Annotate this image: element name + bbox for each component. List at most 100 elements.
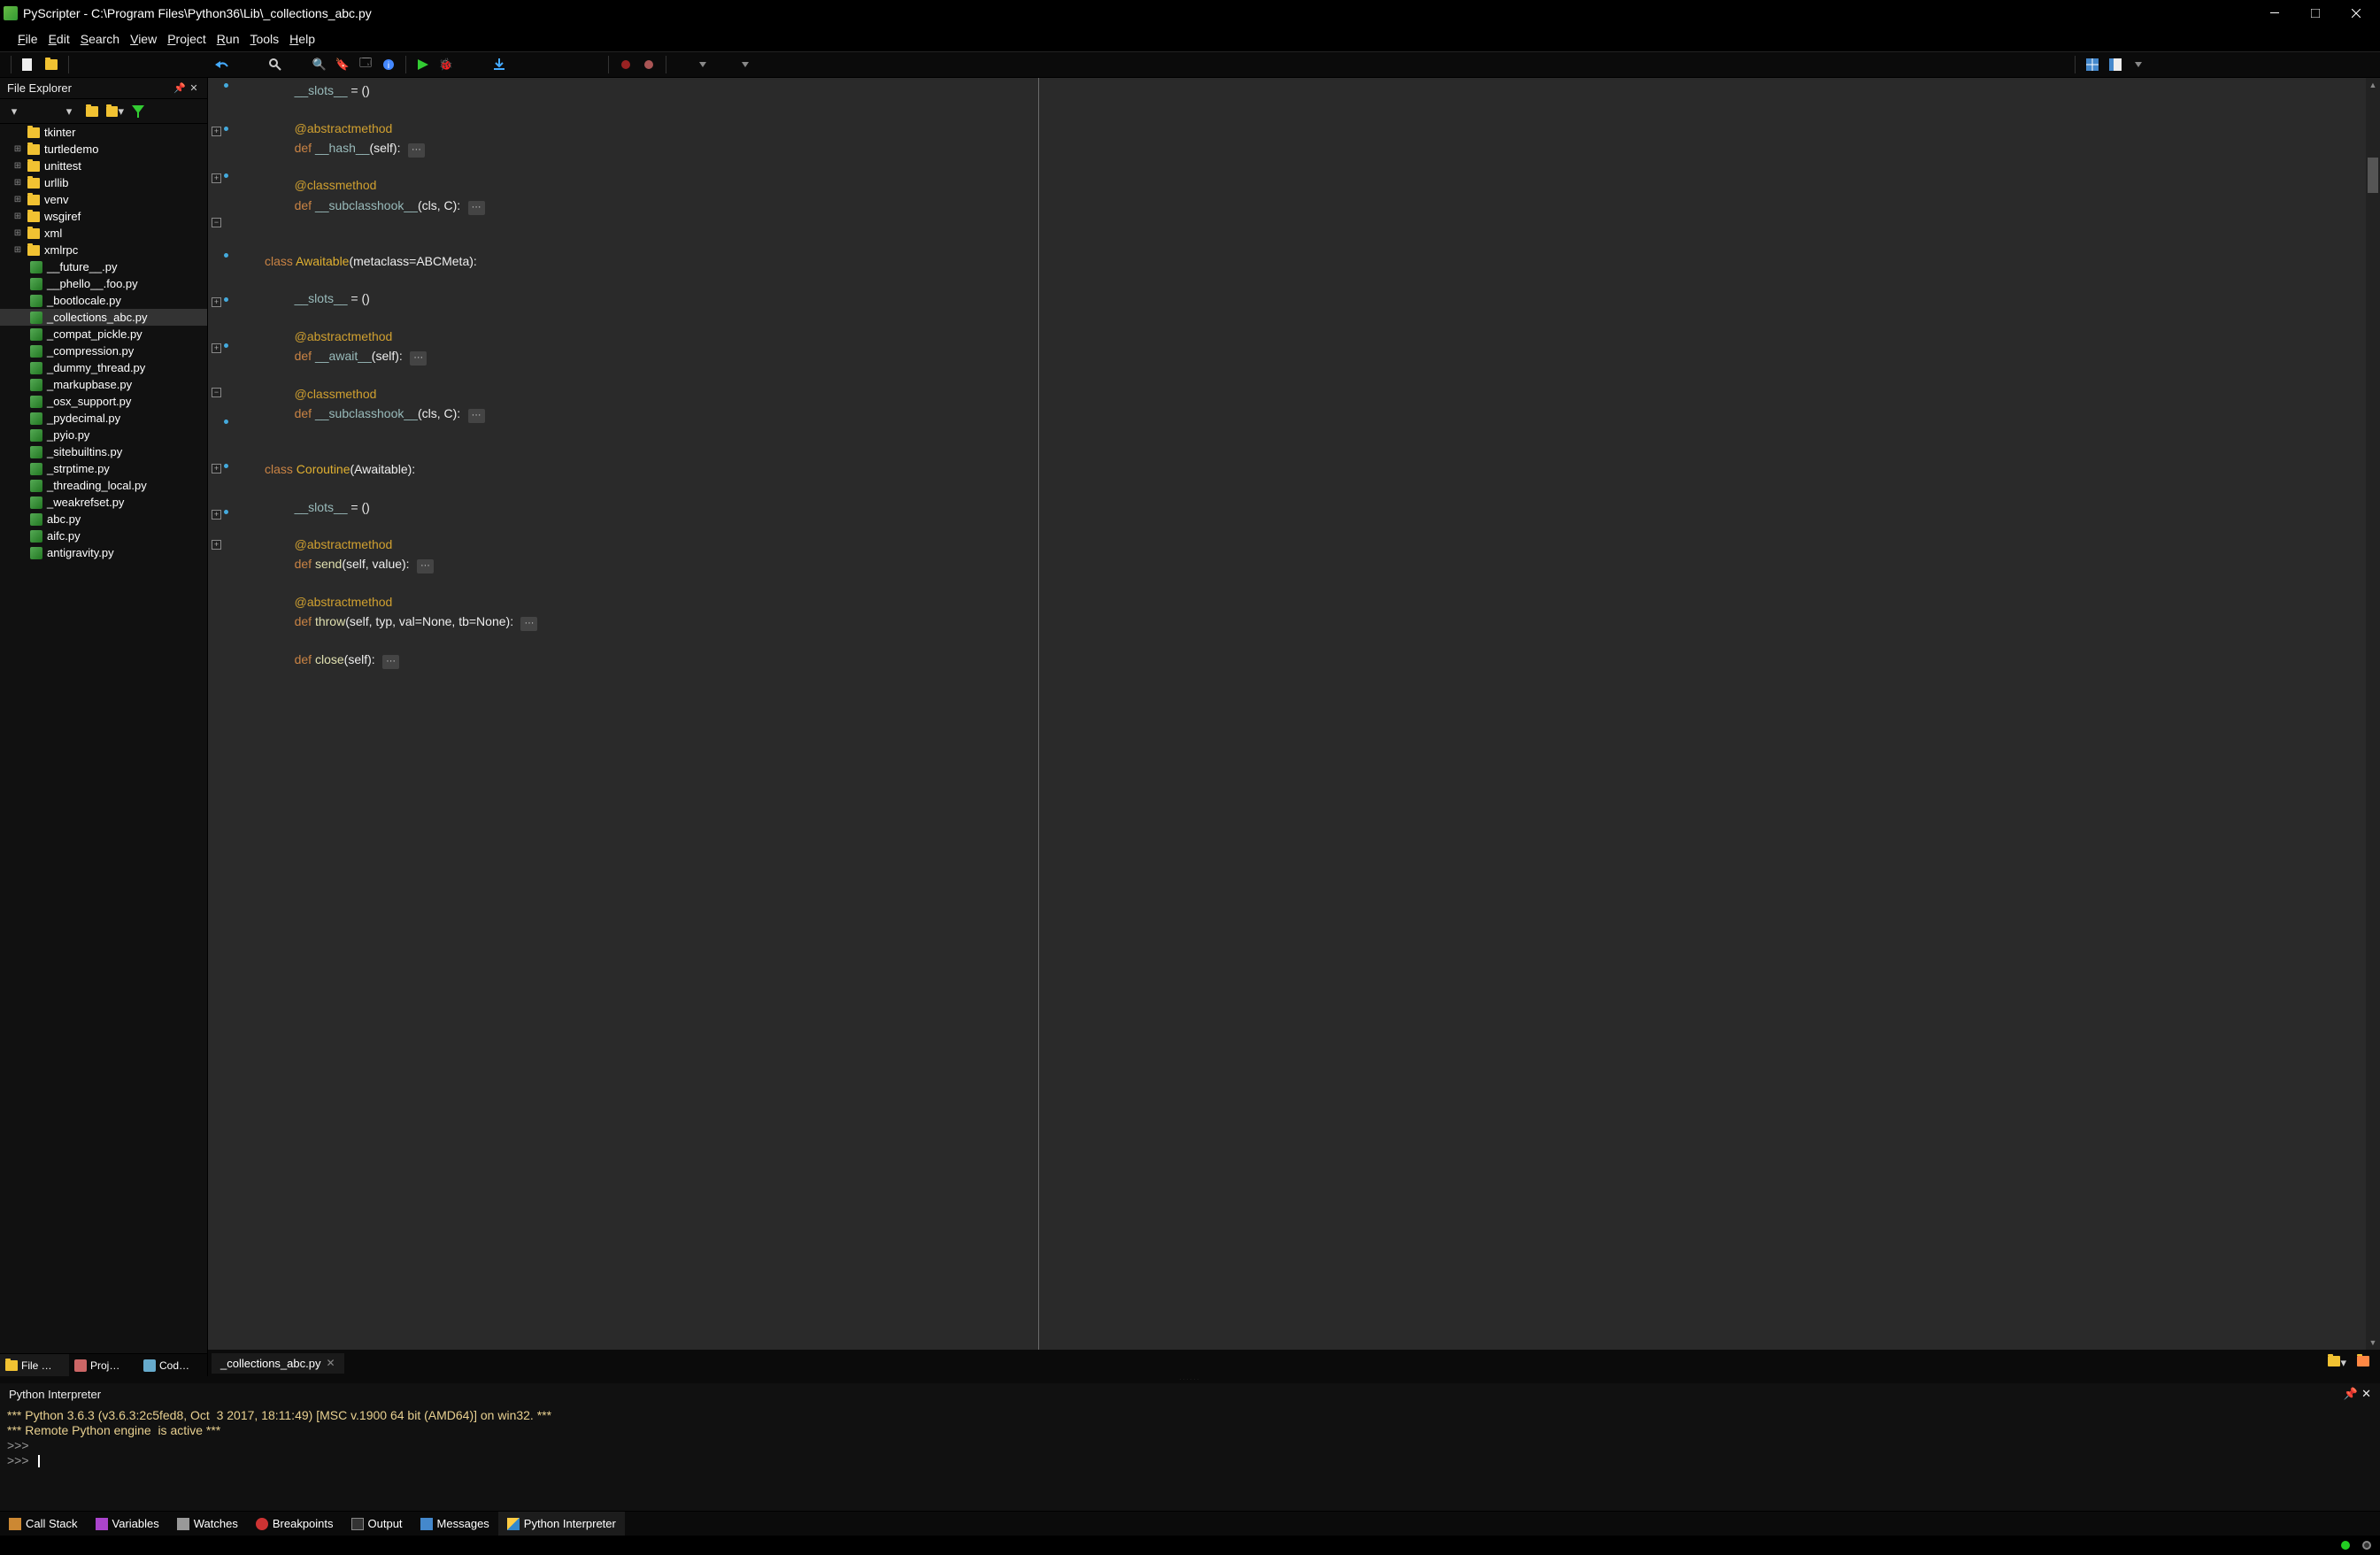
code-content[interactable]: __slots__ = () @abstractmethod def __has… — [261, 78, 2380, 1350]
tree-folder[interactable]: ⊞unittest — [0, 158, 207, 174]
file-explorer-title: File Explorer — [7, 81, 72, 95]
tree-file[interactable]: __future__.py — [0, 258, 207, 275]
tree-file[interactable]: _sitebuiltins.py — [0, 443, 207, 460]
download-icon[interactable] — [489, 55, 509, 74]
editor-gutter — [208, 78, 243, 1350]
interpreter-output[interactable]: *** Python 3.6.3 (v3.6.3:2c5fed8, Oct 3 … — [0, 1405, 2380, 1511]
fold-toggle-icon[interactable]: − — [212, 388, 221, 397]
tree-folder[interactable]: ⊞venv — [0, 191, 207, 208]
menu-tools[interactable]: Tools — [250, 32, 279, 46]
code-editor[interactable]: + + − + + − + + + __slots__ = () @abstra… — [208, 78, 2380, 1350]
minimize-button[interactable] — [2254, 0, 2295, 27]
menu-view[interactable]: View — [130, 32, 157, 46]
menu-file[interactable]: File — [18, 32, 38, 46]
fold-toggle-icon[interactable]: + — [212, 173, 221, 183]
file-tree[interactable]: ·tkinter⊞turtledemo⊞unittest⊞urllib⊞venv… — [0, 124, 207, 1353]
tab-messages[interactable]: Messages — [412, 1512, 498, 1536]
menu-help[interactable]: Help — [289, 32, 315, 46]
tree-file[interactable]: _pydecimal.py — [0, 410, 207, 427]
stop-icon[interactable] — [616, 55, 635, 74]
panel-tab-project[interactable]: Proj… — [69, 1354, 138, 1376]
panel-tab-code[interactable]: Cod… — [138, 1354, 207, 1376]
tree-file[interactable]: _compat_pickle.py — [0, 326, 207, 343]
menu-project[interactable]: Project — [167, 32, 206, 46]
tree-folder[interactable]: ·tkinter — [0, 124, 207, 141]
tree-file[interactable]: _osx_support.py — [0, 393, 207, 410]
statusbar — [0, 1536, 2380, 1555]
abort-icon[interactable] — [639, 55, 659, 74]
undo-icon[interactable] — [212, 55, 232, 74]
run-icon[interactable] — [413, 55, 433, 74]
editor-tab[interactable]: _collections_abc.py ✕ — [212, 1353, 344, 1374]
tree-folder[interactable]: ⊞urllib — [0, 174, 207, 191]
tree-file[interactable]: _weakrefset.py — [0, 494, 207, 511]
maximize-button[interactable] — [2295, 0, 2336, 27]
dropdown-2[interactable] — [736, 55, 755, 74]
fold-toggle-icon[interactable]: + — [212, 343, 221, 353]
chevron-down-icon[interactable]: ▾ — [60, 103, 78, 120]
tab-watches[interactable]: Watches — [168, 1512, 247, 1536]
tree-file[interactable]: _strptime.py — [0, 460, 207, 477]
open-folder-icon[interactable]: ▾ — [2328, 1356, 2346, 1370]
layout-split-icon[interactable] — [2106, 55, 2125, 74]
fold-toggle-icon[interactable]: − — [212, 218, 221, 227]
flag-icon[interactable]: 🔖 — [333, 55, 352, 74]
tab-variables[interactable]: Variables — [87, 1512, 168, 1536]
menu-edit[interactable]: Edit — [49, 32, 70, 46]
splitter-horizontal[interactable]: ······ — [0, 1376, 2380, 1383]
tab-output[interactable]: Output — [343, 1512, 412, 1536]
filter-icon[interactable] — [129, 103, 147, 120]
chevron-down-icon[interactable]: ▾ — [5, 103, 23, 120]
layout-grid-icon[interactable] — [2083, 55, 2102, 74]
fold-toggle-icon[interactable]: + — [212, 510, 221, 520]
tree-file[interactable]: _threading_local.py — [0, 477, 207, 494]
fold-toggle-icon[interactable]: + — [212, 464, 221, 473]
close-panel-icon[interactable]: ✕ — [2361, 1387, 2371, 1401]
scroll-up-icon[interactable]: ▲ — [2366, 78, 2380, 92]
open-folder-icon[interactable] — [42, 55, 61, 74]
open-folder-icon[interactable] — [2357, 1356, 2369, 1370]
pin-icon[interactable]: 📌 — [173, 82, 186, 95]
tree-file[interactable]: _bootlocale.py — [0, 292, 207, 309]
close-button[interactable] — [2336, 0, 2376, 27]
search-icon[interactable] — [266, 55, 285, 74]
dropdown-3[interactable] — [2129, 55, 2148, 74]
tree-file[interactable]: antigravity.py — [0, 544, 207, 561]
browser-icon[interactable]: 🗔 — [356, 55, 375, 74]
tree-file[interactable]: _collections_abc.py — [0, 309, 207, 326]
menu-run[interactable]: Run — [217, 32, 240, 46]
fold-toggle-icon[interactable]: + — [212, 127, 221, 136]
left-panel-tabs: File … Proj… Cod… — [0, 1353, 207, 1376]
scroll-down-icon[interactable]: ▼ — [2366, 1336, 2380, 1350]
folder-drop-icon[interactable]: ▾ — [106, 103, 124, 120]
tree-folder[interactable]: ⊞wsgiref — [0, 208, 207, 225]
bottom-tabs: Call Stack Variables Watches Breakpoints… — [0, 1511, 2380, 1536]
tree-file[interactable]: _markupbase.py — [0, 376, 207, 393]
pin-icon[interactable]: 📌 — [2344, 1387, 2358, 1401]
panel-tab-file[interactable]: File … — [0, 1354, 69, 1376]
tree-folder[interactable]: ⊞xml — [0, 225, 207, 242]
tree-file[interactable]: aifc.py — [0, 527, 207, 544]
editor-scrollbar[interactable]: ▲ ▼ — [2366, 78, 2380, 1350]
tree-file[interactable]: __phello__.foo.py — [0, 275, 207, 292]
tree-folder[interactable]: ⊞xmlrpc — [0, 242, 207, 258]
menu-search[interactable]: Search — [81, 32, 119, 46]
tree-file[interactable]: _pyio.py — [0, 427, 207, 443]
folder-browse-icon[interactable] — [83, 103, 101, 120]
debug-icon[interactable]: 🐞 — [436, 55, 456, 74]
tab-call-stack[interactable]: Call Stack — [0, 1512, 87, 1536]
fold-toggle-icon[interactable]: + — [212, 297, 221, 307]
tree-file[interactable]: _dummy_thread.py — [0, 359, 207, 376]
new-file-icon[interactable] — [19, 55, 38, 74]
tab-python-interpreter[interactable]: Python Interpreter — [498, 1512, 625, 1536]
info-icon[interactable]: i — [379, 55, 398, 74]
find-icon[interactable]: 🔍 — [310, 55, 329, 74]
close-panel-icon[interactable]: ✕ — [188, 82, 200, 95]
tree-file[interactable]: abc.py — [0, 511, 207, 527]
close-tab-icon[interactable]: ✕ — [326, 1357, 335, 1369]
tab-breakpoints[interactable]: Breakpoints — [247, 1512, 343, 1536]
fold-toggle-icon[interactable]: + — [212, 540, 221, 550]
tree-file[interactable]: _compression.py — [0, 343, 207, 359]
tree-folder[interactable]: ⊞turtledemo — [0, 141, 207, 158]
dropdown-1[interactable] — [693, 55, 712, 74]
